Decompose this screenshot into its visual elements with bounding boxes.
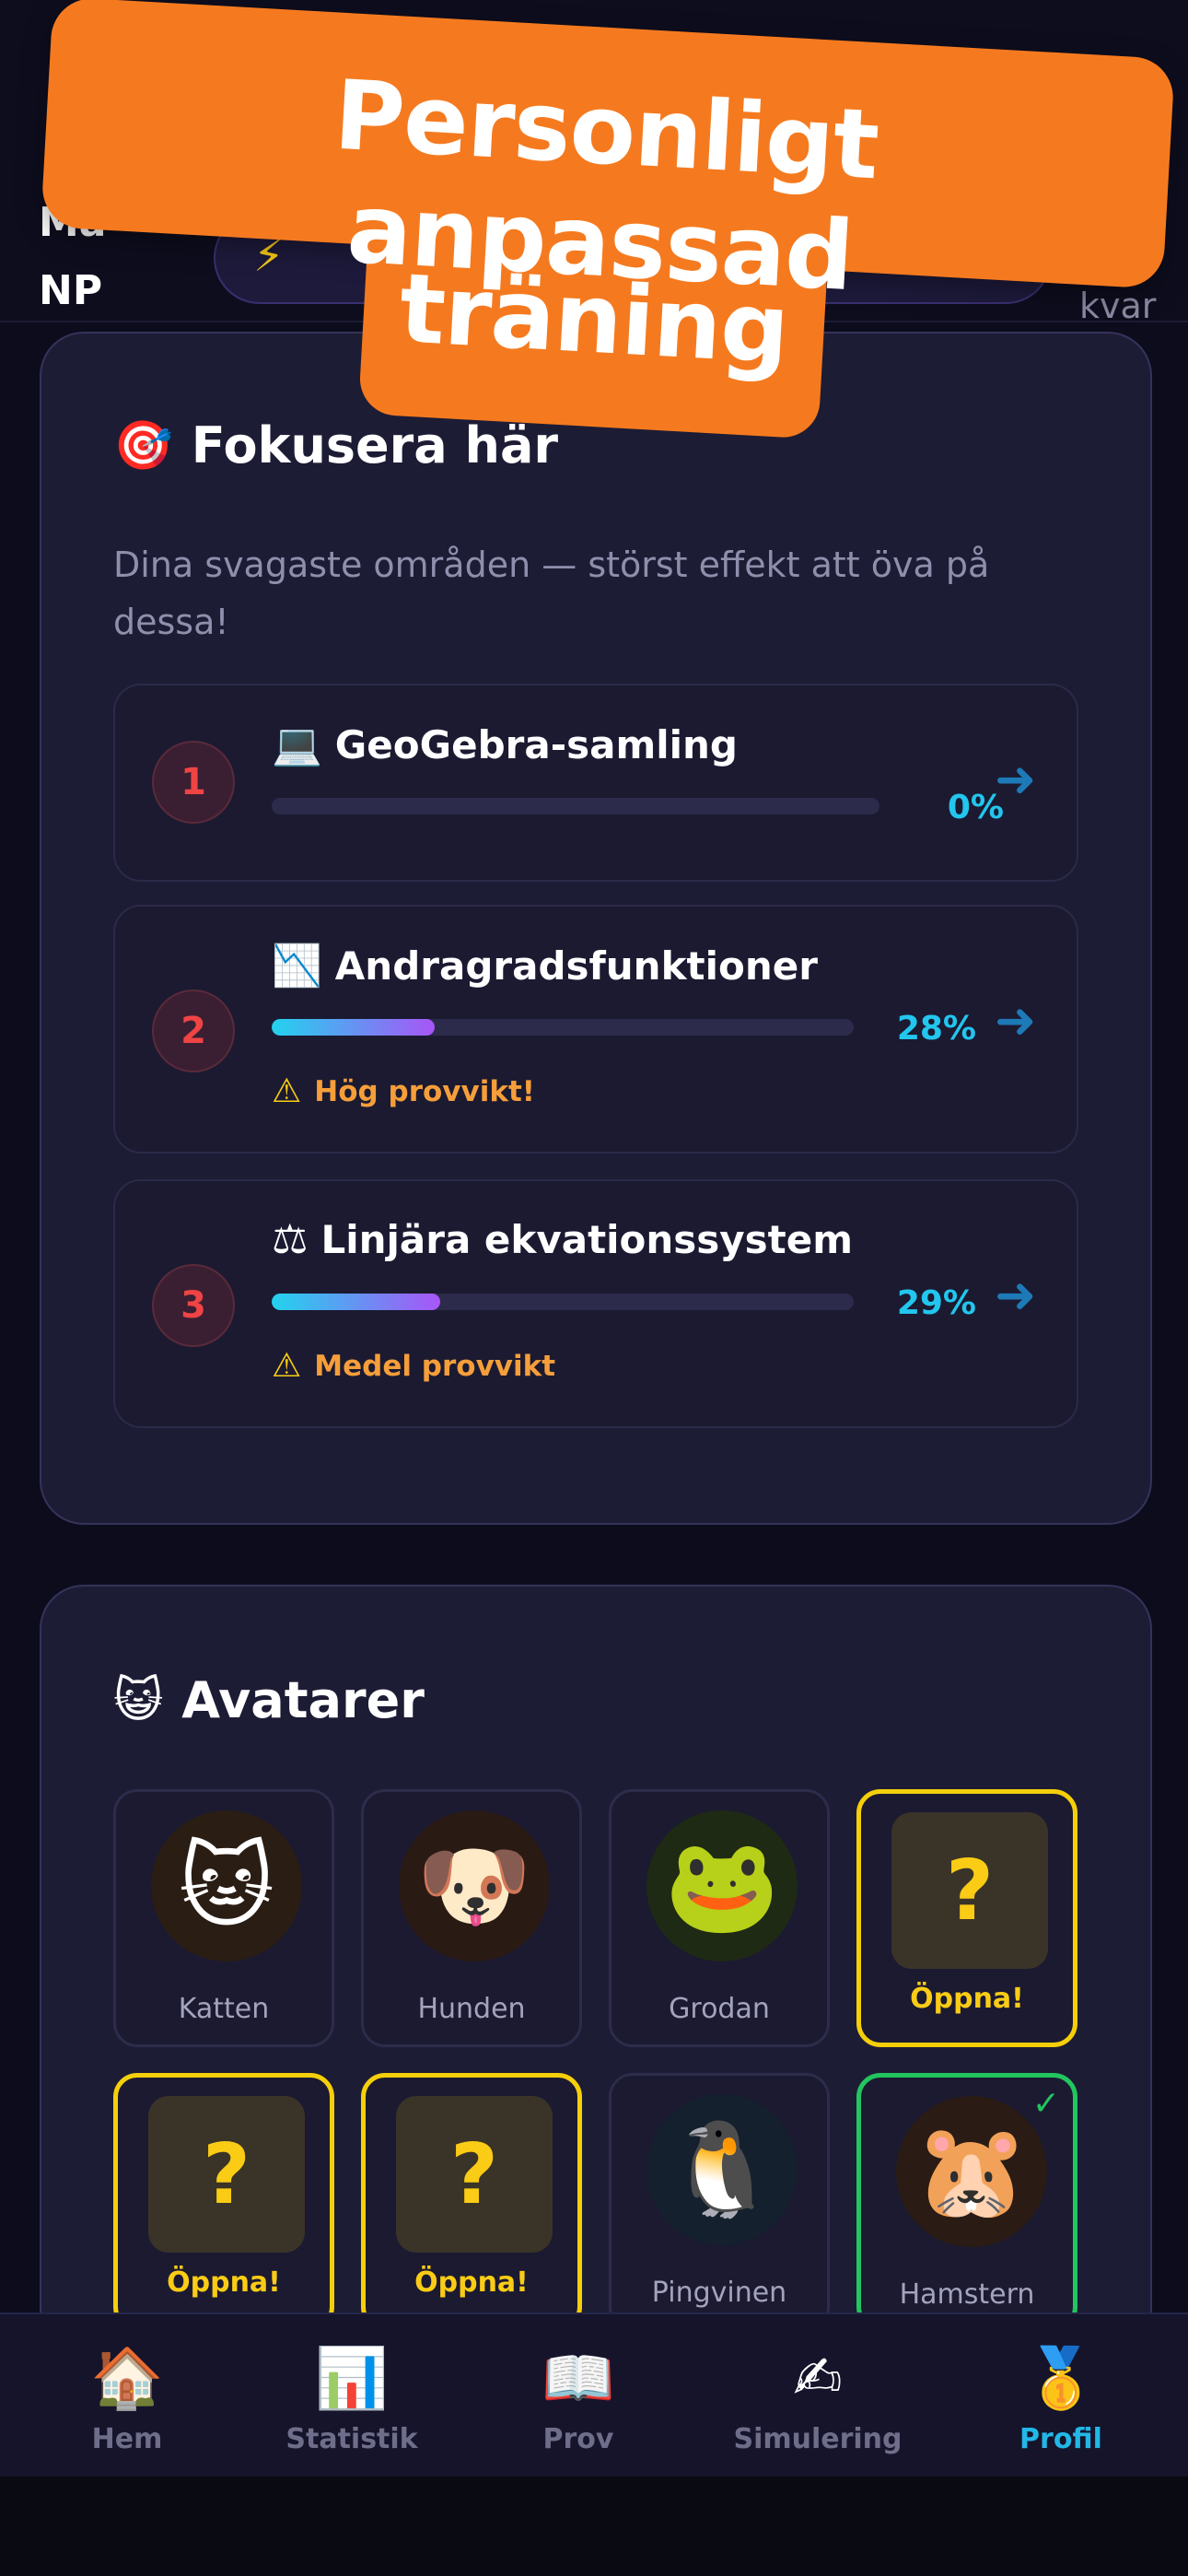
warning-text: Medel provvikt — [314, 1349, 556, 1383]
bar-chart-icon: 📊 — [315, 2345, 389, 2413]
progress-bar — [272, 1019, 854, 1036]
progress-bar — [272, 1294, 854, 1310]
progress-percent: 0% — [947, 789, 1004, 826]
focus-item[interactable]: 1 💻 GeoGebra-samling 0% ➜ — [113, 684, 1078, 882]
open-book-icon: 📖 — [542, 2345, 615, 2413]
unlock-label: Öppna! — [414, 2266, 529, 2299]
arrow-right-icon[interactable]: ➜ — [995, 991, 1036, 1049]
focus-item-label: GeoGebra-samling — [334, 721, 738, 767]
nav-label: Simulering — [733, 2423, 903, 2455]
question-mark-icon: ? — [396, 2096, 553, 2253]
bottom-nav: 🏠 Hem 📊 Statistik 📖 Prov ✍ Simulering 🥇 … — [0, 2313, 1188, 2476]
warning-icon: ⚠ — [272, 1347, 302, 1385]
arrow-right-icon[interactable]: ➜ — [995, 1266, 1036, 1324]
focus-item-label: Andragradsfunktioner — [334, 943, 818, 989]
avatar-name: Katten — [178, 1993, 270, 2025]
focus-title-text: Fokusera här — [191, 416, 559, 474]
progress-fill — [272, 1019, 435, 1036]
writing-hand-icon: ✍ — [793, 2345, 843, 2413]
focus-card: 🎯 Fokusera här Dina svagaste områden — s… — [40, 332, 1152, 1525]
avatars-title: 😺 Avatarer — [113, 1671, 425, 1729]
warning-icon: ⚠ — [272, 1072, 302, 1110]
avatar-cat[interactable]: 🐱 Katten — [113, 1789, 334, 2047]
unlock-label: Öppna! — [167, 2266, 281, 2299]
progress-percent: 29% — [896, 1284, 976, 1322]
nav-home[interactable]: 🏠 Hem — [35, 2342, 219, 2455]
nav-label: Profil — [1019, 2423, 1102, 2455]
laptop-icon: 💻 — [272, 721, 322, 768]
checkmark-icon: ✓ — [1031, 2085, 1060, 2123]
nav-profile[interactable]: 🥇 Profil — [969, 2342, 1153, 2455]
question-mark-icon: ? — [891, 1812, 1048, 1969]
focus-item-label: Linjära ekvationssystem — [320, 1217, 853, 1262]
penguin-avatar-icon: 🐧 — [646, 2094, 798, 2245]
house-icon: 🏠 — [90, 2345, 164, 2413]
progress-fill — [272, 1294, 441, 1310]
nav-exam[interactable]: 📖 Prov — [486, 2342, 670, 2455]
exam-weight-warning: ⚠ Medel provvikt — [272, 1347, 555, 1385]
rank-badge: 2 — [152, 989, 235, 1072]
hamster-avatar-icon: 🐹 — [896, 2096, 1047, 2247]
nav-simulation[interactable]: ✍ Simulering — [726, 2342, 910, 2455]
target-icon: 🎯 — [113, 418, 173, 474]
arrow-right-icon[interactable]: ➜ — [995, 750, 1036, 808]
medal-icon: 🥇 — [1024, 2345, 1098, 2413]
avatar-locked[interactable]: ? Öppna! — [361, 2073, 582, 2331]
exam-weight-warning: ⚠ Hög provvikt! — [272, 1072, 535, 1110]
cat-face-icon: 😺 — [113, 1672, 164, 1728]
avatar-name: Hunden — [417, 1993, 526, 2025]
focus-item-title: 📉 Andragradsfunktioner — [272, 942, 818, 989]
avatar-frog[interactable]: 🐸 Grodan — [609, 1789, 830, 2047]
avatar-locked[interactable]: ? Öppna! — [856, 1789, 1077, 2047]
progress-bar — [272, 798, 879, 814]
dog-avatar-icon: 🐶 — [399, 1810, 550, 1961]
avatar-name: Hamstern — [899, 2278, 1035, 2311]
focus-item[interactable]: 3 ⚖ Linjära ekvationssystem 29% ➜ ⚠ Mede… — [113, 1179, 1078, 1428]
avatar-name: Pingvinen — [651, 2277, 787, 2309]
avatars-title-text: Avatarer — [181, 1671, 425, 1729]
avatar-penguin[interactable]: 🐧 Pingvinen — [609, 2073, 830, 2331]
chart-decreasing-icon: 📉 — [272, 943, 322, 989]
nav-statistics[interactable]: 📊 Statistik — [260, 2342, 444, 2455]
frog-avatar-icon: 🐸 — [646, 1810, 798, 1961]
nav-label: Statistik — [285, 2423, 418, 2455]
warning-text: Hög provvikt! — [314, 1074, 535, 1108]
progress-percent: 28% — [896, 1010, 976, 1048]
home-indicator-area — [0, 2476, 1188, 2576]
rank-badge: 1 — [152, 741, 235, 824]
avatar-dog[interactable]: 🐶 Hunden — [361, 1789, 582, 2047]
unlock-label: Öppna! — [910, 1983, 1024, 2015]
question-mark-icon: ? — [148, 2096, 305, 2253]
avatar-name: Grodan — [669, 1993, 770, 2025]
focus-title: 🎯 Fokusera här — [113, 416, 558, 474]
rank-badge: 3 — [152, 1264, 235, 1347]
balance-scale-icon: ⚖ — [272, 1216, 309, 1263]
nav-label: Hem — [91, 2423, 163, 2455]
focus-subtitle: Dina svagaste områden — störst effekt at… — [113, 544, 990, 642]
focus-item[interactable]: 2 📉 Andragradsfunktioner 28% ➜ ⚠ Hög pro… — [113, 905, 1078, 1153]
focus-item-title: ⚖ Linjära ekvationssystem — [272, 1216, 853, 1263]
cat-avatar-icon: 🐱 — [151, 1810, 302, 1961]
nav-label: Prov — [542, 2423, 614, 2455]
focus-item-title: 💻 GeoGebra-samling — [272, 720, 738, 768]
avatar-locked[interactable]: ? Öppna! — [113, 2073, 334, 2331]
avatar-hamster[interactable]: ✓ 🐹 Hamstern — [856, 2073, 1077, 2331]
